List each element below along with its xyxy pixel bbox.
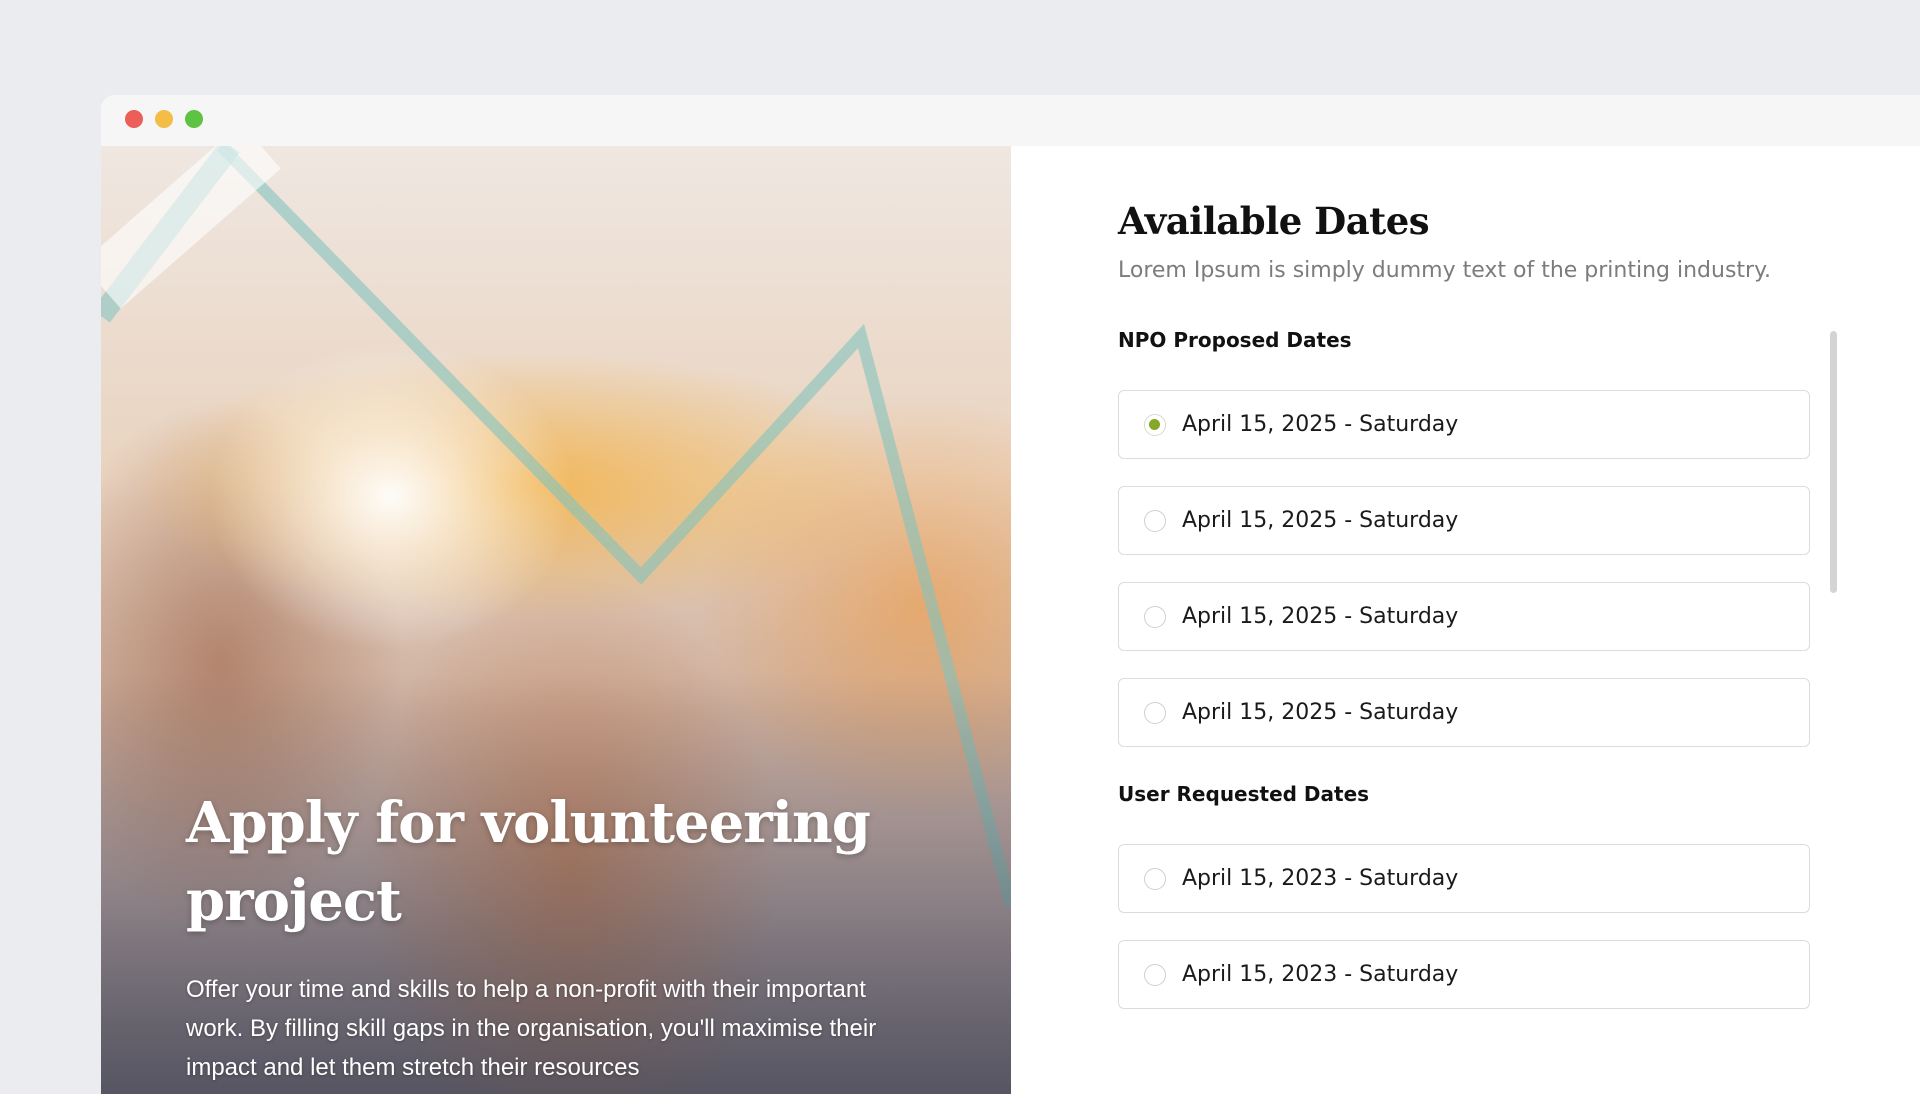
radio-button[interactable] [1144,606,1166,628]
panel-title: Available Dates [1118,199,1430,243]
hero-title: Apply for volunteering project [186,790,871,934]
dates-scrollbar[interactable] [1830,331,1837,593]
npo-proposed-dates-label: NPO Proposed Dates [1118,328,1352,352]
panel-subtitle: Lorem Ipsum is simply dummy text of the … [1118,258,1771,283]
radio-button[interactable] [1144,868,1166,890]
radio-button[interactable] [1144,702,1166,724]
maximize-window-button[interactable] [185,110,203,128]
date-option-label: April 15, 2025 - Saturday [1182,700,1459,725]
npo-date-option[interactable]: April 15, 2025 - Saturday [1118,486,1810,555]
radio-button[interactable] [1144,510,1166,532]
radio-button-selected[interactable] [1144,414,1166,436]
radio-button[interactable] [1144,964,1166,986]
window-titlebar [101,95,1920,146]
hero-description: Offer your time and skills to help a non… [186,976,877,1081]
date-option-label: April 15, 2025 - Saturday [1182,412,1459,437]
date-option-label: April 15, 2025 - Saturday [1182,604,1459,629]
browser-window: Apply for volunteering project Offer you… [101,95,1920,1094]
hero-image-panel: Apply for volunteering project Offer you… [101,146,1011,1094]
date-option-label: April 15, 2023 - Saturday [1182,866,1459,891]
npo-date-option[interactable]: April 15, 2025 - Saturday [1118,390,1810,459]
user-requested-dates-label: User Requested Dates [1118,782,1370,806]
available-dates-panel: Available Dates Lorem Ipsum is simply du… [1011,146,1920,1094]
date-option-label: April 15, 2025 - Saturday [1182,508,1459,533]
npo-date-option[interactable]: April 15, 2025 - Saturday [1118,678,1810,747]
date-option-label: April 15, 2023 - Saturday [1182,962,1459,987]
user-date-option[interactable]: April 15, 2023 - Saturday [1118,844,1810,913]
close-window-button[interactable] [125,110,143,128]
minimize-window-button[interactable] [155,110,173,128]
npo-date-option[interactable]: April 15, 2025 - Saturday [1118,582,1810,651]
user-date-option[interactable]: April 15, 2023 - Saturday [1118,940,1810,1009]
